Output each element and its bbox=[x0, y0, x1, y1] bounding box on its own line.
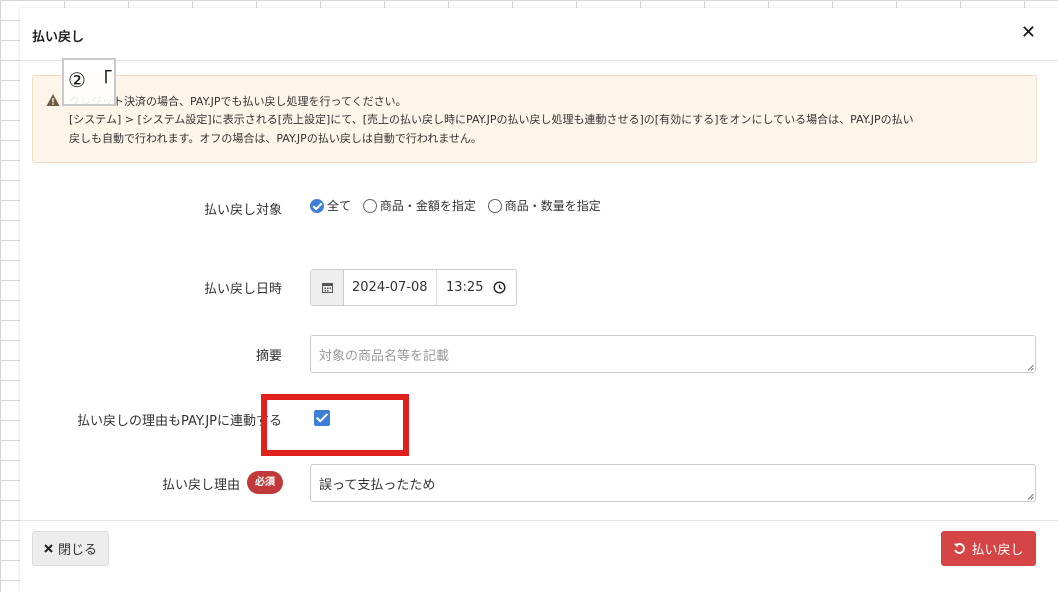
close-button[interactable]: 閉じる bbox=[32, 531, 109, 566]
refund-datetime-label: 払い戻し日時 bbox=[203, 282, 282, 297]
radio-option-amount[interactable]: 商品・金額を指定 bbox=[362, 197, 476, 214]
radio-option-all[interactable]: 全て bbox=[310, 197, 351, 214]
alert-text-line1: クレジット決済の場合、PAY.JPでも払い戻し処理を行ってください。 bbox=[69, 95, 407, 108]
step-annotation: ② 「 bbox=[62, 58, 116, 106]
radio-unchecked-icon[interactable] bbox=[487, 198, 502, 213]
time-value[interactable]: 13:25 bbox=[446, 280, 483, 295]
step-annotation-text: ② 「 bbox=[68, 68, 113, 92]
refund-reason-label: 払い戻し理由 bbox=[161, 478, 240, 493]
refund-target-label: 払い戻し対象 bbox=[203, 203, 282, 218]
summary-textarea[interactable]: 対象の商品名等を記載 bbox=[310, 335, 1036, 373]
refund-reason-textarea[interactable]: 誤って支払ったため bbox=[310, 464, 1036, 502]
modal-header: 払い戻し ✕ bbox=[20, 8, 1058, 61]
close-button-label: 閉じる bbox=[57, 543, 97, 558]
refund-target-radio-group: 全て 商品・金額を指定 商品・数量を指定 bbox=[310, 197, 609, 215]
radio-checked-icon[interactable] bbox=[310, 198, 324, 213]
resize-grip-icon[interactable] bbox=[1027, 364, 1034, 371]
date-time-divider bbox=[436, 270, 437, 305]
date-value[interactable]: 2024-07-08 bbox=[352, 280, 428, 295]
refund-modal: 払い戻し ✕ クレジット決済の場合、PAY.JPでも払い戻し処理を行ってください… bbox=[20, 8, 1058, 592]
resize-grip-icon[interactable] bbox=[1027, 493, 1034, 500]
radio-option-quantity[interactable]: 商品・数量を指定 bbox=[487, 197, 601, 214]
alert-text-line3: 戻しも自動で行われます。オフの場合は、PAY.JPの払い戻しは自動で行われません… bbox=[69, 132, 482, 145]
warning-alert: クレジット決済の場合、PAY.JPでも払い戻し処理を行ってください。 [システム… bbox=[32, 75, 1037, 163]
calendar-icon[interactable] bbox=[311, 270, 344, 305]
clock-icon[interactable] bbox=[493, 281, 506, 294]
close-icon[interactable]: ✕ bbox=[1021, 22, 1036, 43]
highlight-frame bbox=[261, 394, 409, 456]
refund-button-label: 払い戻し bbox=[971, 543, 1024, 558]
sync-reason-label: 払い戻しの理由もPAY.JPに連動する bbox=[76, 414, 282, 429]
close-icon bbox=[44, 544, 53, 553]
footer-divider bbox=[20, 520, 1058, 521]
radio-label-quantity: 商品・数量を指定 bbox=[504, 199, 601, 213]
radio-label-amount: 商品・金額を指定 bbox=[379, 199, 476, 213]
summary-placeholder: 対象の商品名等を記載 bbox=[319, 349, 450, 364]
datetime-input[interactable]: 2024-07-08 13:25 bbox=[310, 269, 517, 306]
undo-icon bbox=[954, 543, 966, 554]
refund-reason-value[interactable]: 誤って支払ったため bbox=[319, 478, 435, 493]
required-badge: 必須 bbox=[247, 471, 283, 494]
alert-text-line2: [システム] > [システム設定]に表示される[売上設定]にて、[売上の払い戻し… bbox=[69, 113, 914, 126]
radio-label-all: 全て bbox=[327, 199, 352, 213]
warning-icon bbox=[46, 94, 60, 106]
refund-button[interactable]: 払い戻し bbox=[941, 531, 1036, 566]
radio-unchecked-icon[interactable] bbox=[362, 198, 377, 213]
modal-title: 払い戻し bbox=[32, 30, 85, 45]
summary-label: 摘要 bbox=[255, 349, 282, 364]
